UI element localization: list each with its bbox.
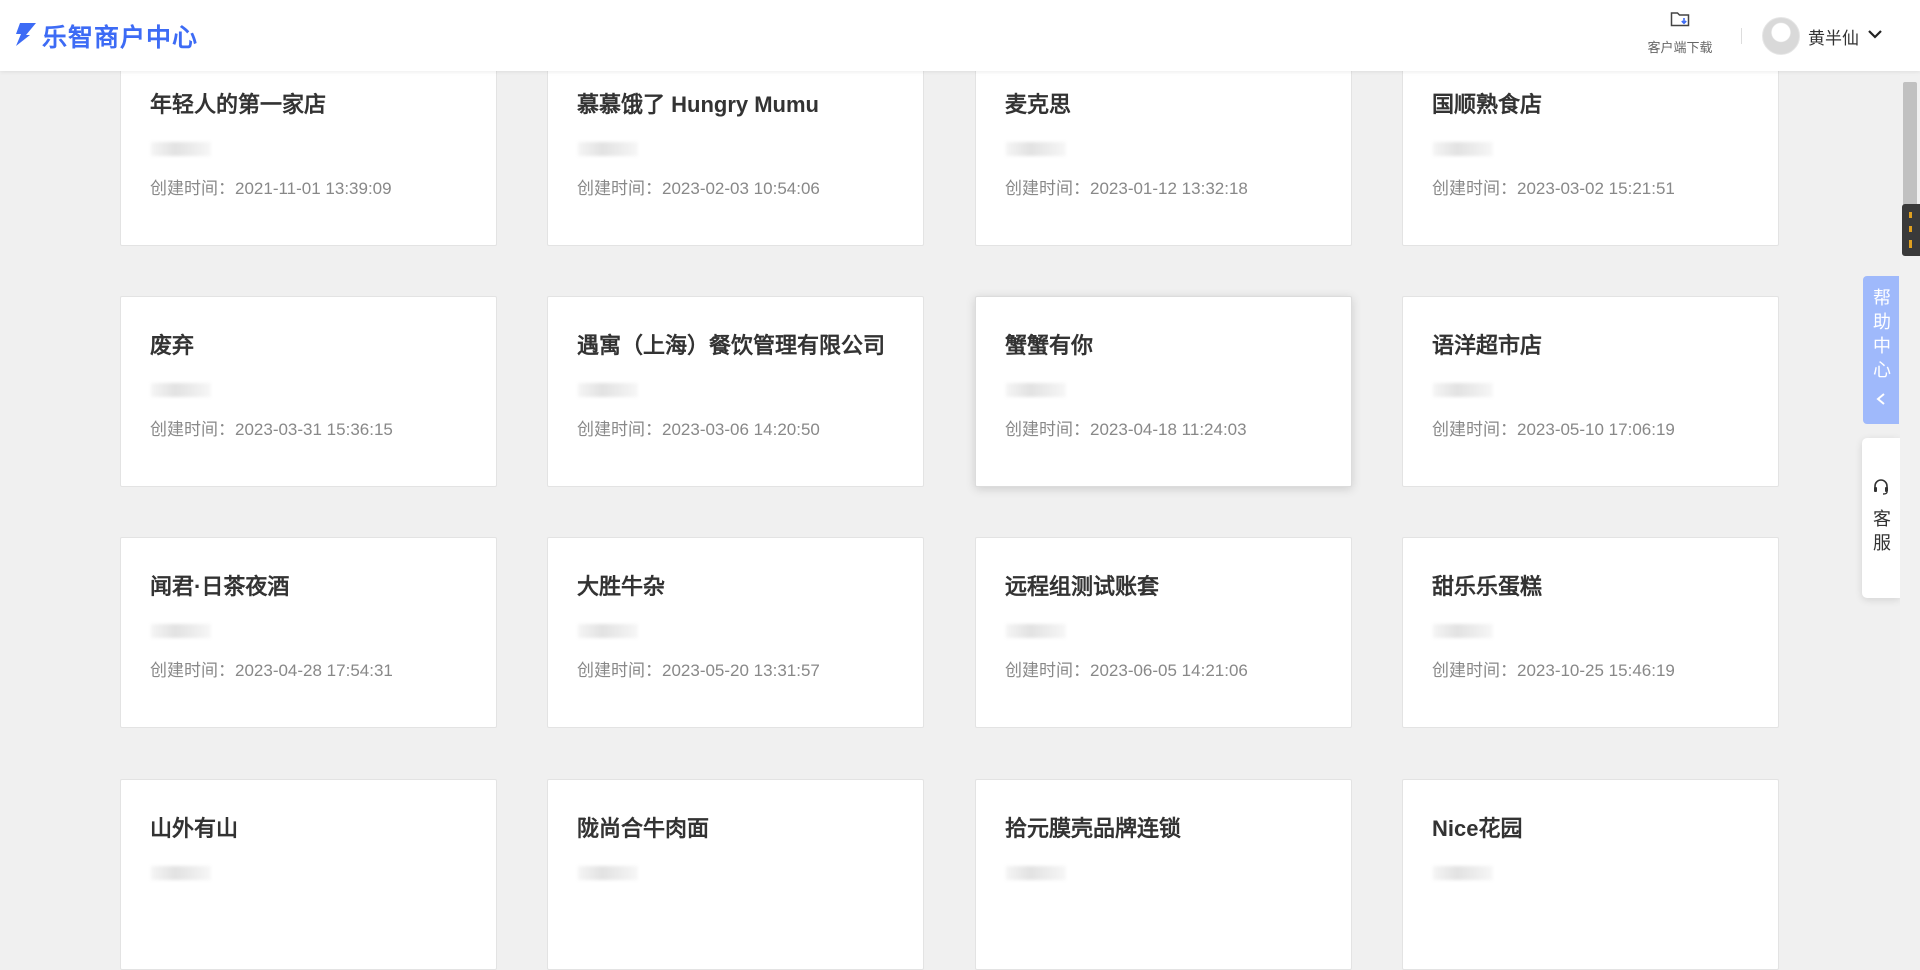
scrollbar-thumb[interactable] xyxy=(1903,82,1917,212)
store-card[interactable]: 麦克思 创建时间：2023-01-12 13:32:18 xyxy=(975,55,1352,246)
store-name: 语洋超市店 xyxy=(1432,333,1543,358)
store-name: Nice花园 xyxy=(1432,816,1523,841)
store-created-time: 创建时间：2023-05-20 13:31:57 xyxy=(577,661,820,680)
customer-service-label: 客服 xyxy=(1871,509,1891,557)
store-card[interactable]: Nice花园 xyxy=(1402,779,1779,970)
store-name: 远程组测试账套 xyxy=(1005,574,1160,599)
help-center-tab[interactable]: 帮助中心 xyxy=(1863,276,1899,424)
store-id-redacted xyxy=(1006,142,1066,156)
user-name: 黄半仙 xyxy=(1808,28,1859,48)
customer-service-button[interactable]: 客服 xyxy=(1862,438,1900,598)
store-id-redacted xyxy=(1433,142,1493,156)
store-card[interactable]: 甜乐乐蛋糕 创建时间：2023-10-25 15:46:19 xyxy=(1402,537,1779,728)
store-name: 慕慕饿了 Hungry Mumu xyxy=(577,92,819,117)
chevron-down-icon xyxy=(1867,27,1883,45)
page-scrollbar[interactable] xyxy=(1900,71,1920,870)
store-card[interactable]: 慕慕饿了 Hungry Mumu 创建时间：2023-02-03 10:54:0… xyxy=(547,55,924,246)
store-id-redacted xyxy=(1433,624,1493,638)
app-title: 乐智商户中心 xyxy=(42,24,199,52)
store-card[interactable]: 闻君·日茶夜酒 创建时间：2023-04-28 17:54:31 xyxy=(120,537,497,728)
store-name: 废弃 xyxy=(150,333,195,358)
store-card[interactable]: 山外有山 xyxy=(120,779,497,970)
store-id-redacted xyxy=(578,866,638,880)
store-created-time: 创建时间：2023-02-03 10:54:06 xyxy=(577,179,820,198)
store-name: 闻君·日茶夜酒 xyxy=(150,574,290,599)
headset-icon xyxy=(1872,478,1890,501)
store-created-time: 创建时间：2023-10-25 15:46:19 xyxy=(1432,661,1675,680)
user-menu[interactable]: 黄半仙 xyxy=(1762,17,1883,55)
top-header: 乐智商户中心 客户端下载 黄半仙 xyxy=(0,0,1920,71)
help-center-label: 帮助中心 xyxy=(1871,288,1891,384)
store-card[interactable]: 年轻人的第一家店 创建时间：2021-11-01 13:39:09 xyxy=(120,55,497,246)
store-created-time: 创建时间：2023-03-06 14:20:50 xyxy=(577,420,820,439)
store-id-redacted xyxy=(1006,866,1066,880)
store-card[interactable]: 废弃 创建时间：2023-03-31 15:36:15 xyxy=(120,296,497,487)
store-id-redacted xyxy=(1433,866,1493,880)
store-created-time: 创建时间：2023-06-05 14:21:06 xyxy=(1005,661,1248,680)
store-id-redacted xyxy=(1006,383,1066,397)
client-download-button[interactable]: 客户端下载 xyxy=(1638,10,1722,60)
store-grid: 年轻人的第一家店 创建时间：2021-11-01 13:39:09 慕慕饿了 H… xyxy=(0,0,1880,970)
store-created-time: 创建时间：2023-01-12 13:32:18 xyxy=(1005,179,1248,198)
store-created-time: 创建时间：2021-11-01 13:39:09 xyxy=(150,179,392,198)
store-name: 大胜牛杂 xyxy=(577,574,666,599)
store-card[interactable]: 语洋超市店 创建时间：2023-05-10 17:06:19 xyxy=(1402,296,1779,487)
store-card[interactable]: 遇寓（上海）餐饮管理有限公司 创建时间：2023-03-06 14:20:50 xyxy=(547,296,924,487)
store-name: 蟹蟹有你 xyxy=(1005,333,1094,358)
store-id-redacted xyxy=(1433,383,1493,397)
store-id-redacted xyxy=(578,624,638,638)
store-id-redacted xyxy=(1006,624,1066,638)
folder-download-icon xyxy=(1670,10,1690,33)
store-id-redacted xyxy=(151,866,211,880)
store-card[interactable]: 远程组测试账套 创建时间：2023-06-05 14:21:06 xyxy=(975,537,1352,728)
store-name: 甜乐乐蛋糕 xyxy=(1432,574,1543,599)
store-created-time: 创建时间：2023-04-18 11:24:03 xyxy=(1005,420,1247,439)
store-card[interactable]: 陇尚合牛肉面 xyxy=(547,779,924,970)
store-created-time: 创建时间：2023-03-02 15:21:51 xyxy=(1432,179,1675,198)
store-name: 山外有山 xyxy=(150,816,239,841)
store-id-redacted xyxy=(578,142,638,156)
store-created-time: 创建时间：2023-04-28 17:54:31 xyxy=(150,661,393,680)
store-card[interactable]: 蟹蟹有你 创建时间：2023-04-18 11:24:03 xyxy=(975,296,1352,487)
store-id-redacted xyxy=(151,624,211,638)
store-name: 麦克思 xyxy=(1005,92,1072,117)
store-created-time: 创建时间：2023-05-10 17:06:19 xyxy=(1432,420,1675,439)
store-id-redacted xyxy=(578,383,638,397)
chevron-left-icon xyxy=(1875,390,1887,411)
store-created-time: 创建时间：2023-03-31 15:36:15 xyxy=(150,420,393,439)
floating-toolbar-handle[interactable] xyxy=(1902,204,1920,256)
store-name: 陇尚合牛肉面 xyxy=(577,816,710,841)
avatar xyxy=(1762,17,1800,55)
brand-logo[interactable]: 乐智商户中心 xyxy=(12,20,198,52)
store-card[interactable]: 拾元膜壳品牌连锁 xyxy=(975,779,1352,970)
logo-icon xyxy=(12,21,38,52)
store-name: 遇寓（上海）餐饮管理有限公司 xyxy=(577,333,886,358)
store-name: 国顺熟食店 xyxy=(1432,92,1543,117)
store-id-redacted xyxy=(151,383,211,397)
store-name: 拾元膜壳品牌连锁 xyxy=(1005,816,1182,841)
header-divider xyxy=(1741,28,1742,44)
store-name: 年轻人的第一家店 xyxy=(150,92,327,117)
store-id-redacted xyxy=(151,142,211,156)
download-label: 客户端下载 xyxy=(1647,40,1713,55)
store-card[interactable]: 大胜牛杂 创建时间：2023-05-20 13:31:57 xyxy=(547,537,924,728)
store-card[interactable]: 国顺熟食店 创建时间：2023-03-02 15:21:51 xyxy=(1402,55,1779,246)
